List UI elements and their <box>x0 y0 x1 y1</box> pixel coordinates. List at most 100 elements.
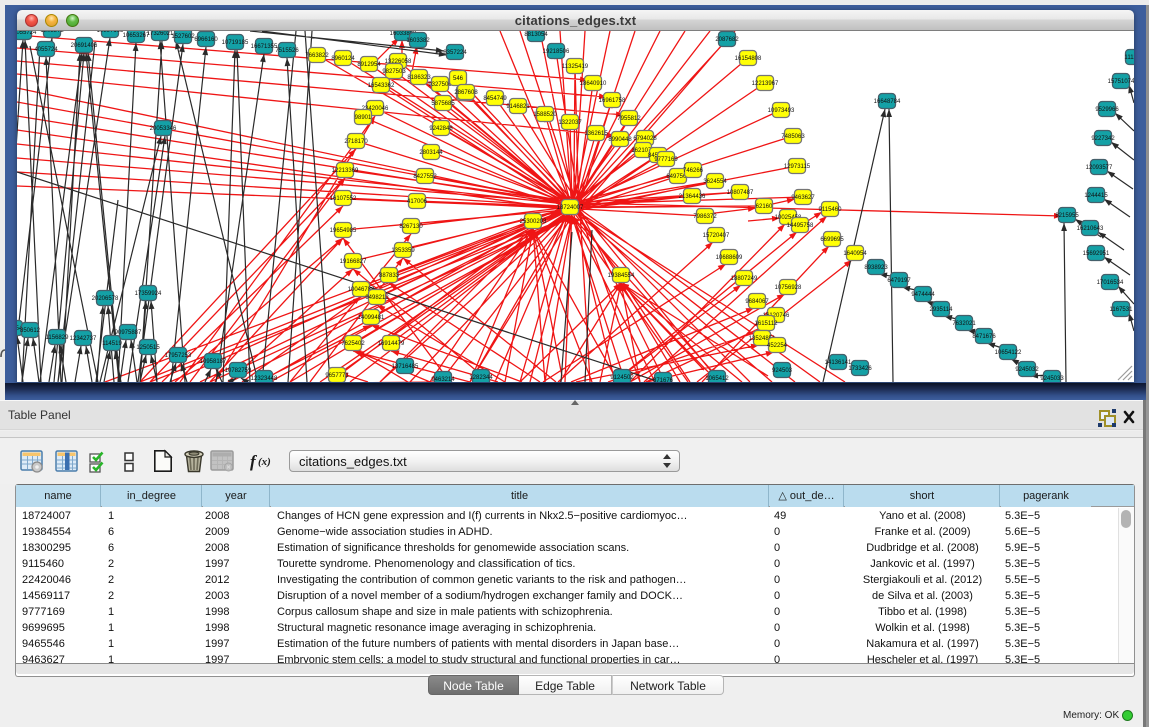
svg-text:9115460: 9115460 <box>819 207 843 213</box>
svg-text:13716485: 13716485 <box>392 364 419 370</box>
svg-text:1244415: 1244415 <box>1084 193 1108 199</box>
svg-text:17957253: 17957253 <box>165 353 192 359</box>
svg-text:20691406: 20691406 <box>71 43 98 49</box>
svg-text:25300203: 25300203 <box>520 219 547 225</box>
svg-text:2803144: 2803144 <box>419 150 443 156</box>
svg-text:8357224: 8357224 <box>443 50 467 56</box>
svg-text:1603382: 1603382 <box>406 38 430 44</box>
svg-text:9242848: 9242848 <box>429 126 453 132</box>
svg-text:7955812: 7955812 <box>617 116 641 122</box>
svg-text:9463627: 9463627 <box>791 195 815 201</box>
svg-text:7625402: 7625402 <box>341 341 365 347</box>
svg-text:10756928: 10756928 <box>775 285 802 291</box>
svg-text:9474444: 9474444 <box>911 292 935 298</box>
svg-text:850612: 850612 <box>20 328 41 334</box>
svg-text:7515526: 7515526 <box>275 48 299 54</box>
svg-text:9684067: 9684067 <box>745 299 769 305</box>
svg-text:12342737: 12342737 <box>70 336 97 342</box>
svg-text:1156829: 1156829 <box>46 335 70 341</box>
svg-text:2935114: 2935114 <box>930 307 954 313</box>
svg-text:9245032: 9245032 <box>1015 367 1039 373</box>
svg-text:62160: 62160 <box>756 204 773 210</box>
svg-text:9827503: 9827503 <box>382 69 406 75</box>
svg-text:10654122: 10654122 <box>995 350 1022 356</box>
svg-text:10719185: 10719185 <box>222 40 249 46</box>
svg-text:417006: 417006 <box>407 199 428 205</box>
svg-text:9777169: 9777169 <box>654 157 678 163</box>
svg-text:17359924: 17359924 <box>135 291 162 297</box>
svg-text:452254: 452254 <box>767 343 788 349</box>
svg-text:546: 546 <box>453 76 464 82</box>
svg-text:871676: 871676 <box>653 378 674 382</box>
svg-text:19654985: 19654985 <box>330 228 357 234</box>
svg-text:924503: 924503 <box>772 368 793 374</box>
svg-text:14055724: 14055724 <box>17 31 37 36</box>
svg-text:8813054: 8813054 <box>524 32 548 38</box>
svg-text:111245: 111245 <box>1124 55 1134 61</box>
svg-text:8960124: 8960124 <box>331 56 355 62</box>
svg-text:9124502: 9124502 <box>610 375 634 381</box>
svg-text:114519: 114519 <box>102 341 122 347</box>
svg-text:16543362: 16543362 <box>368 83 395 89</box>
svg-text:12213369: 12213369 <box>332 168 359 174</box>
svg-text:12973115: 12973115 <box>784 164 811 170</box>
svg-text:9463214: 9463214 <box>431 377 455 382</box>
svg-text:98901: 98901 <box>355 115 372 121</box>
svg-text:14099481: 14099481 <box>358 315 385 321</box>
svg-text:12093577: 12093577 <box>1086 165 1113 171</box>
svg-text:16210643: 16210643 <box>1077 226 1104 232</box>
svg-text:2867608: 2867608 <box>454 90 478 96</box>
svg-text:1805572: 1805572 <box>40 31 64 34</box>
svg-text:15692951: 15692951 <box>1083 251 1110 257</box>
svg-text:8912954: 8912954 <box>357 62 381 68</box>
svg-text:8990448: 8990448 <box>608 137 632 143</box>
svg-text:90975887: 90975887 <box>115 330 142 336</box>
svg-text:8471676: 8471676 <box>972 334 996 340</box>
svg-text:1167531: 1167531 <box>1110 307 1134 313</box>
svg-text:9327506: 9327506 <box>428 82 452 88</box>
svg-text:15720407: 15720407 <box>703 233 730 239</box>
svg-text:20206578: 20206578 <box>92 296 119 302</box>
svg-text:18724007: 18724007 <box>557 205 584 211</box>
svg-text:1640954: 1640954 <box>843 251 867 257</box>
svg-text:7485063: 7485063 <box>781 134 805 140</box>
svg-text:1733426: 1733426 <box>848 366 872 372</box>
svg-text:1588520: 1588520 <box>533 112 557 118</box>
svg-text:10688609: 10688609 <box>716 255 743 261</box>
svg-text:6966160: 6966160 <box>194 37 218 43</box>
svg-text:14495758: 14495758 <box>787 223 814 229</box>
svg-text:1282344: 1282344 <box>469 375 493 381</box>
svg-text:16914479: 16914479 <box>378 341 405 347</box>
svg-text:f: f <box>250 452 258 471</box>
svg-text:746266: 746266 <box>683 168 704 174</box>
svg-text:8938923: 8938923 <box>864 265 888 271</box>
svg-text:6479197: 6479197 <box>887 278 911 284</box>
svg-text:21364436: 21364436 <box>679 194 706 200</box>
svg-text:(x): (x) <box>258 456 271 468</box>
svg-text:1527602: 1527602 <box>171 34 195 40</box>
svg-text:8215955: 8215955 <box>1055 213 1079 219</box>
svg-text:1250515: 1250515 <box>136 345 160 351</box>
svg-text:8186323: 8186323 <box>407 75 431 81</box>
svg-text:6699695: 6699695 <box>820 237 844 243</box>
svg-text:19218506: 19218506 <box>543 49 570 55</box>
svg-text:3624554: 3624554 <box>703 179 727 185</box>
svg-text:4055724: 4055724 <box>34 47 58 53</box>
svg-text:9146821: 9146821 <box>506 104 530 110</box>
svg-text:11325419: 11325419 <box>562 64 589 70</box>
svg-text:6794028: 6794028 <box>633 136 657 142</box>
svg-text:887833: 887833 <box>379 273 400 279</box>
svg-text:16154808: 16154808 <box>735 56 762 62</box>
svg-text:10958187: 10958187 <box>200 359 227 365</box>
svg-text:9227342: 9227342 <box>1091 136 1115 142</box>
svg-text:10782759: 10782759 <box>225 368 252 374</box>
svg-text:8427552: 8427552 <box>413 174 437 180</box>
svg-text:9657771: 9657771 <box>325 373 349 379</box>
svg-text:16961758: 16961758 <box>599 98 626 104</box>
svg-text:18807249: 18807249 <box>731 276 758 282</box>
svg-text:10897165: 10897165 <box>97 31 124 34</box>
svg-text:7986372: 7986372 <box>693 214 717 220</box>
svg-text:20053346: 20053346 <box>150 126 177 132</box>
svg-text:12213967: 12213967 <box>752 81 779 87</box>
svg-text:1353359: 1353359 <box>391 248 415 254</box>
